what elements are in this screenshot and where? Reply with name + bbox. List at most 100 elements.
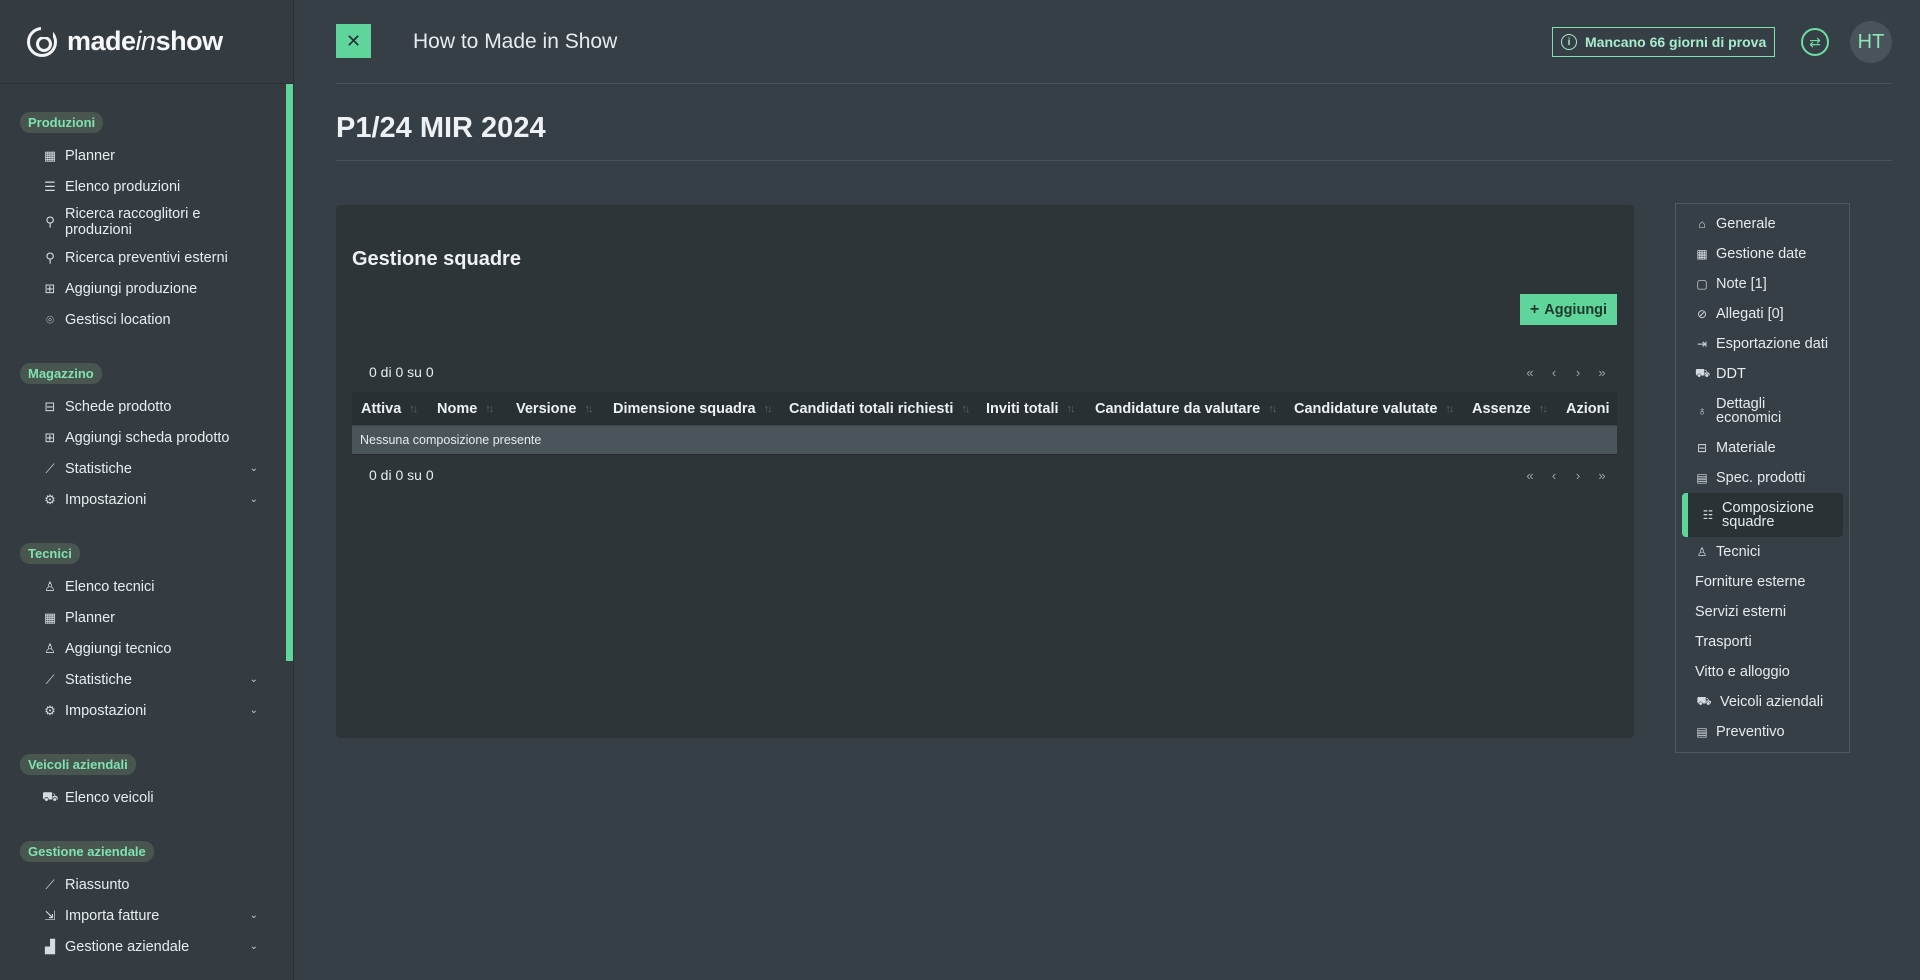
page-title: P1/24 MIR 2024: [336, 112, 546, 144]
first-page-icon[interactable]: «: [1524, 468, 1536, 483]
section-nav-label: Preventivo: [1716, 724, 1785, 740]
section-nav-note[interactable]: ▢ Note [1]: [1676, 269, 1849, 299]
section-nav-dettagli-economici[interactable]: ♁ Dettagli economici: [1676, 389, 1849, 433]
section-nav-materiale[interactable]: ⊟ Materiale: [1676, 433, 1849, 463]
last-page-icon[interactable]: »: [1596, 468, 1608, 483]
sidebar-item-label: Statistiche: [65, 460, 132, 477]
logo-text: madeinshow: [67, 26, 223, 56]
sidebar-item-elenco-produzioni[interactable]: ☰ Elenco produzioni: [20, 171, 258, 202]
section-nav-ddt[interactable]: ⛟ DDT: [1676, 359, 1849, 389]
add-button[interactable]: + Aggiungi: [1520, 294, 1617, 325]
sidebar-item-schede-prodotto[interactable]: ⊟ Schede prodotto: [20, 391, 258, 422]
avatar[interactable]: HT: [1850, 21, 1892, 63]
sidebar-item-label: Impostazioni: [65, 702, 147, 719]
section-nav-label: Veicoli aziendali: [1720, 694, 1824, 710]
section-nav-label: Allegati [0]: [1716, 306, 1784, 322]
sidebar-item-label: Statistiche: [65, 671, 132, 688]
section-nav-preventivo[interactable]: ▤ Preventivo: [1676, 717, 1849, 747]
prev-page-icon[interactable]: ‹: [1548, 365, 1560, 380]
chart-icon: ⟋: [45, 460, 55, 476]
section-nav-label: Dettagli economici: [1716, 396, 1782, 426]
money-bag-icon: ♁: [1697, 404, 1707, 418]
sidebar-item-aggiungi-produzione[interactable]: ⊞ Aggiungi produzione: [20, 273, 258, 304]
section-nav-label: Vitto e alloggio: [1695, 664, 1790, 680]
section-nav-esportazione[interactable]: ⇥ Esportazione dati: [1676, 329, 1849, 359]
next-page-icon[interactable]: ›: [1572, 365, 1584, 380]
sidebar-item-planner-tecnici[interactable]: ▦ Planner: [20, 602, 258, 633]
sidebar-item-statistiche-tecnici[interactable]: ⟋ Statistiche ⌄: [20, 664, 258, 695]
sidebar-item-riassunto[interactable]: ⟋ Riassunto: [20, 869, 258, 900]
chart-icon: ⟋: [45, 671, 55, 687]
prev-page-icon[interactable]: ‹: [1548, 468, 1560, 483]
sidebar-item-ricerca-raccoglitori[interactable]: ⚲ Ricerca raccoglitori e produzioni: [20, 202, 258, 242]
sidebar-item-impostazioni-tecnici[interactable]: ⚙ Impostazioni ⌄: [20, 695, 258, 726]
section-nav-servizi-esterni[interactable]: Servizi esterni: [1676, 597, 1849, 627]
sidebar-item-planner[interactable]: ▦ Planner: [20, 140, 258, 171]
swap-icon: ⇄: [1809, 33, 1821, 50]
column-header-candidature-da-valutare[interactable]: Candidature da valutare ↑↓: [1086, 401, 1285, 417]
sidebar-item-importa-fatture[interactable]: ⇲ Importa fatture ⌄: [20, 900, 258, 931]
chevron-down-icon: ⌄: [249, 941, 258, 952]
switch-button[interactable]: ⇄: [1801, 28, 1829, 56]
section-nav-tecnici[interactable]: ♙ Tecnici: [1676, 537, 1849, 567]
sidebar-item-aggiungi-scheda[interactable]: ⊞ Aggiungi scheda prodotto: [20, 422, 258, 453]
section-nav-generale[interactable]: ⌂ Generale: [1676, 209, 1849, 239]
section-nav-allegati[interactable]: ⊘ Allegati [0]: [1676, 299, 1849, 329]
section-nav-label: Spec. prodotti: [1716, 470, 1806, 486]
sidebar-item-gestisci-location[interactable]: ⌾ Gestisci location: [20, 304, 258, 335]
section-nav: ⌂ Generale ▦ Gestione date ▢ Note [1] ⊘ Alle…: [1675, 203, 1850, 753]
sort-icon: ↑↓: [1268, 402, 1277, 415]
boxes-icon: ⊟: [1696, 441, 1708, 455]
column-header-nome[interactable]: Nome ↑↓: [428, 401, 507, 417]
section-label: Produzioni: [20, 112, 104, 133]
sort-icon: ↑↓: [409, 402, 418, 415]
sidebar-item-impostazioni[interactable]: ⚙ Impostazioni ⌄: [20, 484, 258, 515]
section-nav-trasporti[interactable]: Trasporti: [1676, 627, 1849, 657]
logo[interactable]: madeinshow: [0, 0, 293, 84]
section-nav-vitto-alloggio[interactable]: Vitto e alloggio: [1676, 657, 1849, 687]
column-header-dimensione-squadra[interactable]: Dimensione squadra ↑↓: [604, 401, 780, 417]
column-header-versione[interactable]: Versione ↑↓: [507, 401, 604, 417]
column-header-candidature-valutate[interactable]: Candidature valutate ↑↓: [1285, 401, 1463, 417]
last-page-icon[interactable]: »: [1596, 365, 1608, 380]
file-export-icon: ⇥: [1696, 337, 1708, 351]
column-header-inviti-totali[interactable]: Inviti totali ↑↓: [977, 401, 1086, 417]
sidebar-item-label: Gestione aziendale: [65, 938, 190, 955]
section-nav-composizione-squadre[interactable]: ☷ Composizione squadre: [1682, 493, 1843, 537]
sidebar-item-ricerca-preventivi[interactable]: ⚲ Ricerca preventivi esterni: [20, 242, 258, 273]
column-header-attiva[interactable]: Attiva ↑↓: [352, 401, 428, 417]
section-nav-spec-prodotti[interactable]: ▤ Spec. prodotti: [1676, 463, 1849, 493]
nav-group-tecnici: Tecnici ♙ Elenco tecnici ▦ Planner ♙ Aggiun…: [20, 543, 293, 726]
section-nav-forniture-esterne[interactable]: Forniture esterne: [1676, 567, 1849, 597]
trial-badge[interactable]: i Mancano 66 giorni di prova: [1552, 27, 1776, 57]
boxes-icon: ⊟: [44, 398, 56, 414]
sidebar-item-aggiungi-tecnico[interactable]: ♙ Aggiungi tecnico: [20, 633, 258, 664]
next-page-icon[interactable]: ›: [1572, 468, 1584, 483]
nav-group-gestione-aziendale: Gestione aziendale ⟋ Riassunto ⇲ Importa f…: [20, 841, 293, 962]
column-header-assenze[interactable]: Assenze ↑↓: [1463, 401, 1557, 417]
sidebar-item-label: Ricerca raccoglitori e produzioni: [65, 206, 201, 238]
sidebar-scrollbar[interactable]: [286, 84, 293, 661]
sidebar-item-elenco-tecnici[interactable]: ♙ Elenco tecnici: [20, 571, 258, 602]
column-header-candidati-totali[interactable]: Candidati totali richiesti ↑↓: [780, 401, 977, 417]
section-nav-label: Gestione date: [1716, 246, 1807, 262]
first-page-icon[interactable]: «: [1524, 365, 1536, 380]
section-nav-label: Composizione squadre: [1722, 500, 1814, 530]
section-nav-veicoli-aziendali[interactable]: ⛟ Veicoli aziendali: [1676, 687, 1849, 717]
user-icon: ♙: [1696, 545, 1708, 559]
section-label: Gestione aziendale: [20, 841, 154, 862]
sidebar-item-label: Planner: [65, 147, 115, 164]
sidebar-item-label: Aggiungi produzione: [65, 280, 198, 297]
section-nav-label: Trasporti: [1695, 634, 1752, 650]
section-nav-gestione-date[interactable]: ▦ Gestione date: [1676, 239, 1849, 269]
section-nav-label: Materiale: [1716, 440, 1776, 456]
sidebar-item-statistiche[interactable]: ⟋ Statistiche ⌄: [20, 453, 258, 484]
trial-text: Mancano 66 giorni di prova: [1585, 34, 1767, 50]
user-plus-icon: ♙: [44, 640, 56, 656]
close-button[interactable]: ✕: [336, 24, 371, 58]
sidebar-item-gestione-aziendale[interactable]: ▟ Gestione aziendale ⌄: [20, 931, 258, 962]
plus-square-icon: ⊞: [44, 429, 56, 445]
sidebar-item-label: Elenco tecnici: [65, 578, 155, 595]
sidebar-item-elenco-veicoli[interactable]: ⛟ Elenco veicoli: [20, 782, 258, 813]
sidebar-item-label: Aggiungi scheda prodotto: [65, 429, 230, 446]
